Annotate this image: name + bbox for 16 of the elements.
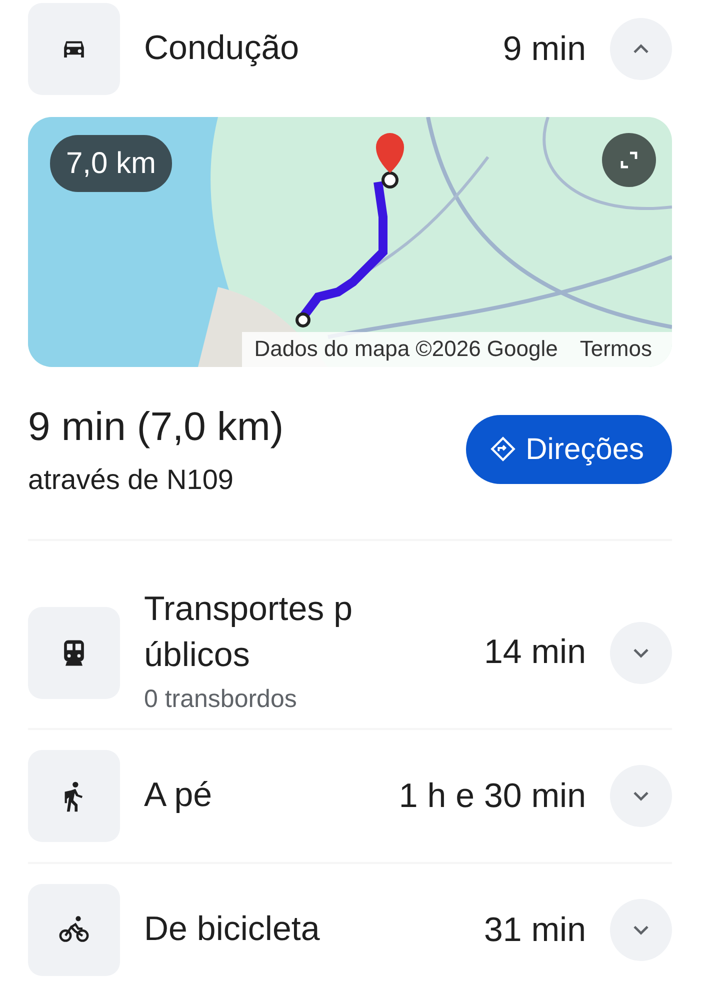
travel-time: 14 min xyxy=(484,632,586,674)
transfer-count: 0 transbordos xyxy=(144,684,298,715)
directions-button[interactable]: Direções xyxy=(466,414,672,484)
terms-link[interactable]: Termos xyxy=(580,332,652,365)
distance-badge: 7,0 km xyxy=(50,135,172,192)
route-summary: 9 min (7,0 km) xyxy=(28,404,284,451)
map-attribution: Dados do mapa ©2026 Google xyxy=(254,335,558,363)
mode-name: Transportes públicos xyxy=(144,589,354,676)
route-via: através de N109 xyxy=(28,463,234,497)
travel-time: 1 h e 30 min xyxy=(398,776,586,817)
travel-time: 31 min xyxy=(484,910,586,951)
directions-icon xyxy=(490,436,516,462)
travel-time: 9 min xyxy=(502,28,586,70)
mode-name: De bicicleta xyxy=(144,909,321,950)
mode-name: Condução xyxy=(144,28,300,70)
mode-name: A pé xyxy=(144,775,214,816)
